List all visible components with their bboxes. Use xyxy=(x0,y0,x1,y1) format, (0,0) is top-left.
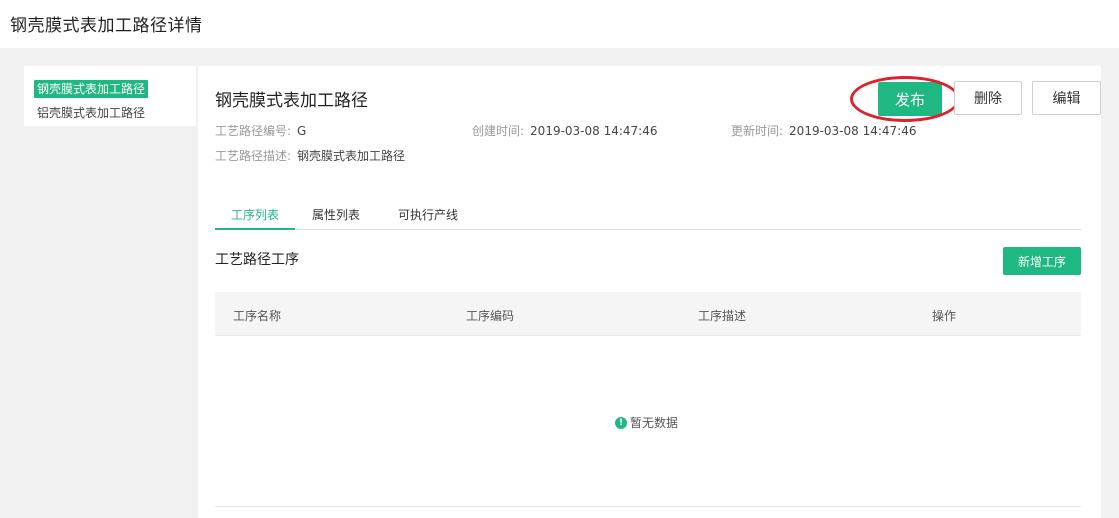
add-process-button[interactable]: 新增工序 xyxy=(1003,247,1081,275)
updated-time: 更新时间: 2019-03-08 14:47:46 xyxy=(731,122,917,139)
delete-button[interactable]: 删除 xyxy=(954,81,1022,115)
section-title: 工艺路径工序 xyxy=(215,252,299,268)
tab-process-list[interactable]: 工序列表 xyxy=(215,206,296,230)
updated-time-label: 更新时间: xyxy=(731,124,784,138)
column-header-name: 工序名称 xyxy=(233,309,282,323)
route-code-label: 工艺路径编号: xyxy=(215,124,292,138)
route-code: 工艺路径编号: G xyxy=(215,122,306,139)
sidebar-item-steel[interactable]: 钢壳膜式表加工路径 xyxy=(34,80,149,98)
route-title: 钢壳膜式表加工路径 xyxy=(215,91,368,111)
edit-button[interactable]: 编辑 xyxy=(1032,81,1101,115)
route-description-value: 钢壳膜式表加工路径 xyxy=(297,149,406,163)
sidebar-item-aluminum[interactable]: 铝壳膜式表加工路径 xyxy=(34,104,148,122)
page-title: 钢壳膜式表加工路径详情 xyxy=(10,16,203,36)
empty-state: ! 暂无数据 xyxy=(615,414,678,431)
created-time-label: 创建时间: xyxy=(472,124,525,138)
tab-attribute-list[interactable]: 属性列表 xyxy=(312,206,360,230)
column-header-description: 工序描述 xyxy=(698,309,747,323)
sidebar: 钢壳膜式表加工路径 铝壳膜式表加工路径 xyxy=(24,66,196,126)
table-bottom-border xyxy=(215,506,1081,507)
empty-text: 暂无数据 xyxy=(630,416,679,430)
updated-time-value: 2019-03-08 14:47:46 xyxy=(789,124,917,138)
table-header: 工序名称 工序编码 工序描述 操作 xyxy=(215,292,1081,336)
route-description: 工艺路径描述: 钢壳膜式表加工路径 xyxy=(215,147,405,164)
main-panel: 钢壳膜式表加工路径 发布 删除 编辑 工艺路径编号: G 创建时间: 2019-03… xyxy=(198,66,1101,518)
created-time-value: 2019-03-08 14:47:46 xyxy=(530,124,658,138)
tab-bar: 工序列表 属性列表 可执行产线 xyxy=(215,206,1081,230)
created-time: 创建时间: 2019-03-08 14:47:46 xyxy=(472,122,658,139)
info-icon: ! xyxy=(615,416,627,429)
tab-production-lines[interactable]: 可执行产线 xyxy=(398,206,458,230)
page-header: 钢壳膜式表加工路径详情 xyxy=(0,0,1119,48)
column-header-code: 工序编码 xyxy=(466,309,515,323)
route-description-label: 工艺路径描述: xyxy=(215,149,292,163)
publish-button[interactable]: 发布 xyxy=(878,82,942,116)
column-header-actions: 操作 xyxy=(932,309,957,323)
route-code-value: G xyxy=(297,124,307,138)
